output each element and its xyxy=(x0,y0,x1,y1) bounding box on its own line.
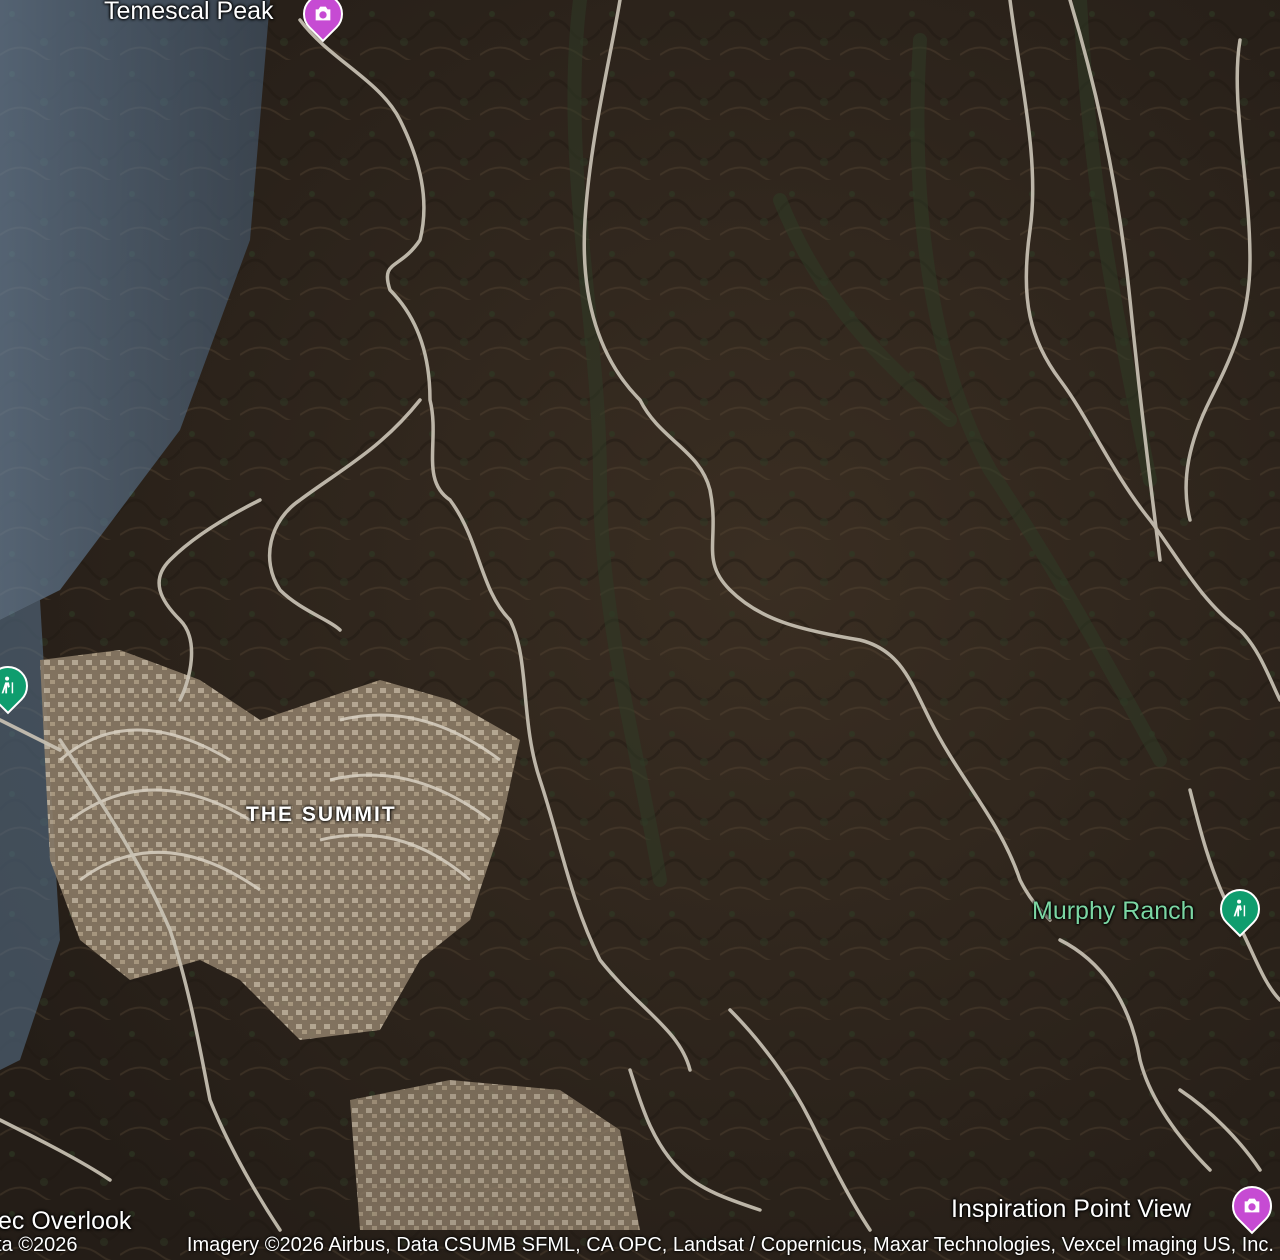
the-summit-area-label: THE SUMMIT xyxy=(246,803,397,826)
map-attribution: ta ©2026 Imagery ©2026 Airbus, Data CSUM… xyxy=(0,1230,1280,1260)
temescal-peak-label[interactable]: Temescal Peak xyxy=(104,0,274,26)
camera-icon xyxy=(1244,1198,1260,1213)
murphy-ranch-label[interactable]: Murphy Ranch xyxy=(1032,897,1195,926)
hiker-icon xyxy=(1,676,14,694)
attribution-text: Imagery ©2026 Airbus, Data CSUMB SFML, C… xyxy=(186,1234,1274,1256)
map-canvas[interactable]: Temescal Peak Murphy Ranch Inspiration P… xyxy=(0,0,1280,1260)
inspiration-point-view-label[interactable]: Inspiration Point View xyxy=(951,1195,1191,1224)
satellite-imagery[interactable] xyxy=(0,0,1280,1260)
camera-icon xyxy=(315,6,331,21)
attribution-prefix: ta ©2026 xyxy=(0,1234,78,1256)
hiker-icon xyxy=(1233,899,1246,917)
